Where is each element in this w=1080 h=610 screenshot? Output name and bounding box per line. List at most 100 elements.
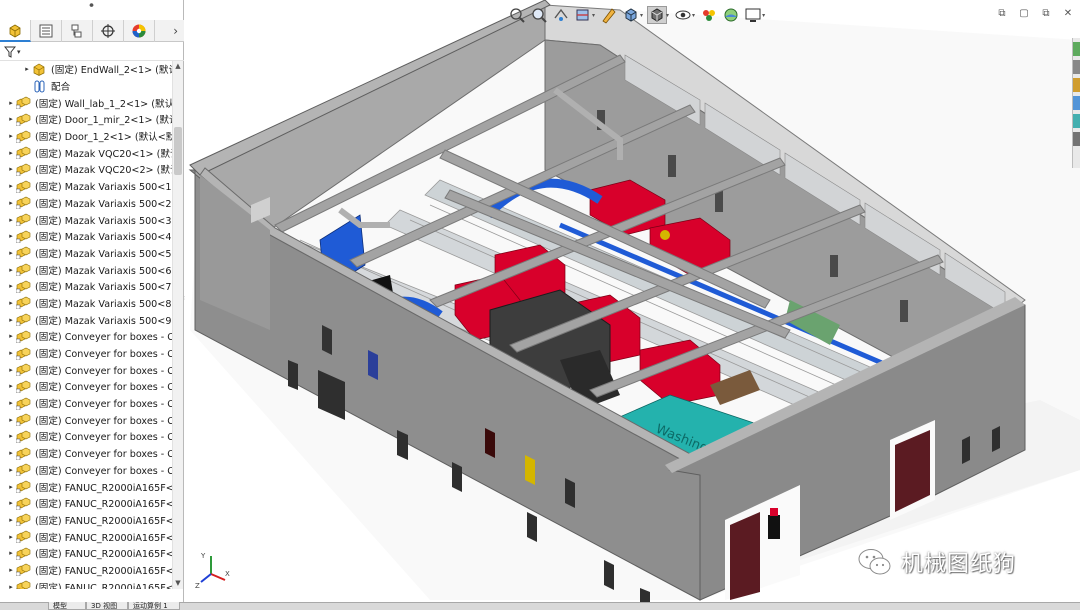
tree-item[interactable]: ▸ (固定) FANUC_R2000iA165F<7 [0, 578, 172, 589]
tree-item[interactable]: ▸ (固定) FANUC_R2000iA165F<4 [0, 528, 172, 545]
tree-item[interactable]: ▸ (固定) Conveyer for boxes - Co [0, 428, 172, 445]
expand-arrow-icon[interactable]: ▸ [6, 232, 16, 240]
expand-arrow-icon[interactable]: ▸ [6, 566, 16, 574]
expand-arrow-icon[interactable]: ▸ [6, 199, 16, 207]
tree-item[interactable]: ▸ (固定) Conveyer for boxes - Co [0, 445, 172, 462]
tree-scrollbar[interactable]: ▲ ▼ [172, 61, 183, 589]
tree-item[interactable]: ▸ (固定) Conveyer for boxes - Co [0, 361, 172, 378]
tree-item[interactable]: ▸ (固定) Mazak Variaxis 500<6> [0, 261, 172, 278]
scroll-up-button[interactable]: ▲ [173, 61, 183, 72]
view-settings-button[interactable] [743, 6, 763, 24]
tree-item[interactable]: ▸ (固定) Mazak VQC20<2> (默认< [0, 161, 172, 178]
tree-item[interactable]: ▸ (固定) Mazak VQC20<1> (默认< [0, 144, 172, 161]
expand-arrow-icon[interactable]: ▸ [6, 316, 16, 324]
tree-item[interactable]: ▸ (固定) Mazak Variaxis 500<1> [0, 178, 172, 195]
tree-item[interactable]: ▸ (固定) FANUC_R2000iA165F<1 [0, 478, 172, 495]
expand-arrow-icon[interactable]: ▸ [6, 533, 16, 541]
edit-appearance-button[interactable] [699, 6, 719, 24]
file-explorer-icon[interactable] [1073, 78, 1080, 92]
factory-3d-model[interactable]: Washing [185, 0, 1080, 602]
dropdown-caret-icon[interactable]: ▾ [762, 12, 765, 19]
display-manager-tab[interactable] [124, 20, 155, 42]
tab-motion-study[interactable]: 运动算例 1 [128, 602, 180, 610]
expand-arrow-icon[interactable]: ▸ [6, 115, 16, 123]
view-orientation-button[interactable] [621, 6, 641, 24]
zoom-to-fit-button[interactable] [507, 6, 527, 24]
section-view-button[interactable] [573, 6, 593, 24]
expand-arrow-icon[interactable]: ▸ [6, 483, 16, 491]
tile-windows-button[interactable]: ⧉ [996, 8, 1008, 20]
filter-icon[interactable] [4, 46, 16, 58]
cascade-button[interactable]: ⧉ [1040, 8, 1052, 20]
tab-model[interactable]: 模型 [48, 602, 86, 610]
expand-arrow-icon[interactable]: ▸ [6, 366, 16, 374]
feature-manager-tab[interactable] [0, 20, 31, 42]
expand-arrow-icon[interactable]: ▸ [6, 583, 16, 589]
property-manager-tab[interactable] [31, 20, 62, 42]
more-tabs-button[interactable]: › [155, 20, 184, 41]
tree-item[interactable]: ▸ (固定) Wall_lab_1_2<1> (默认< [0, 94, 172, 111]
apply-scene-button[interactable] [721, 6, 741, 24]
tree-item[interactable]: ▸ (固定) Conveyer for boxes - Co [0, 328, 172, 345]
expand-arrow-icon[interactable]: ▸ [6, 382, 16, 390]
expand-arrow-icon[interactable]: ▸ [6, 499, 16, 507]
expand-arrow-icon[interactable]: ▸ [6, 132, 16, 140]
expand-arrow-icon[interactable]: ▸ [6, 165, 16, 173]
tree-item[interactable]: ▸ (固定) Mazak Variaxis 500<4> [0, 228, 172, 245]
dimxpert-tab[interactable] [93, 20, 124, 42]
expand-arrow-icon[interactable]: ▸ [6, 449, 16, 457]
tree-item[interactable]: ▸ (固定) Mazak Variaxis 500<7> [0, 278, 172, 295]
resources-icon[interactable] [1073, 42, 1080, 56]
close-button[interactable]: ✕ [1062, 8, 1074, 20]
expand-arrow-icon[interactable]: ▸ [6, 99, 16, 107]
dropdown-caret-icon[interactable]: ▾ [640, 12, 643, 19]
tree-item[interactable]: ▸ (固定) FANUC_R2000iA165F<3 [0, 512, 172, 529]
panel-grip[interactable]: ⦁ [0, 0, 183, 20]
tab-3d-views[interactable]: 3D 视图 [86, 602, 128, 610]
tree-item[interactable]: ▸ (固定) Door_1_2<1> (默认<默认 [0, 128, 172, 145]
tree-item[interactable]: ▸ (固定) Conveyer for boxes - Co [0, 462, 172, 479]
expand-arrow-icon[interactable]: ▸ [22, 65, 32, 73]
scroll-down-button[interactable]: ▼ [173, 578, 183, 589]
expand-arrow-icon[interactable]: ▸ [6, 332, 16, 340]
display-style-button[interactable] [647, 6, 668, 24]
filter-caret-icon[interactable]: ▾ [17, 48, 21, 56]
expand-arrow-icon[interactable]: ▸ [6, 416, 16, 424]
tree-item[interactable]: ▸ (固定) FANUC_R2000iA165F<2 [0, 495, 172, 512]
tree-item[interactable]: ▸ (固定) Conveyer for boxes - Co [0, 395, 172, 412]
graphics-area[interactable]: Washing ▾ ▾ ▾ ▾ ▾ ⧉ ▢ ⧉ ✕ Y X Z 机械图纸狗 [185, 0, 1080, 602]
expand-arrow-icon[interactable]: ▸ [6, 149, 16, 157]
expand-arrow-icon[interactable]: ▸ [6, 282, 16, 290]
tree-item[interactable]: ▸ (固定) Conveyer for boxes - Co [0, 378, 172, 395]
expand-arrow-icon[interactable]: ▸ [6, 432, 16, 440]
tree-item[interactable]: ▸ (固定) Conveyer for boxes - Co [0, 411, 172, 428]
expand-arrow-icon[interactable]: ▸ [6, 399, 16, 407]
tree-item[interactable]: ▸ (固定) FANUC_R2000iA165F<6 [0, 562, 172, 579]
scroll-thumb[interactable] [174, 127, 182, 175]
expand-arrow-icon[interactable]: ▸ [6, 299, 16, 307]
tree-item[interactable]: ▸ (固定) Door_1_mir_2<1> (默认< [0, 111, 172, 128]
tree-item[interactable]: ▸ (固定) EndWall_2<1> (默认< [0, 61, 172, 78]
expand-arrow-icon[interactable]: ▸ [6, 182, 16, 190]
expand-arrow-icon[interactable]: ▸ [6, 216, 16, 224]
appearances-icon[interactable] [1073, 114, 1080, 128]
configuration-manager-tab[interactable] [62, 20, 93, 42]
expand-arrow-icon[interactable]: ▸ [6, 266, 16, 274]
expand-arrow-icon[interactable]: ▸ [6, 249, 16, 257]
expand-arrow-icon[interactable]: ▸ [6, 349, 16, 357]
dropdown-caret-icon[interactable]: ▾ [666, 12, 669, 19]
tree-item[interactable]: ▸ (固定) Mazak Variaxis 500<9> [0, 311, 172, 328]
dropdown-caret-icon[interactable]: ▾ [592, 12, 595, 19]
custom-properties-icon[interactable] [1073, 132, 1080, 146]
expand-arrow-icon[interactable]: ▸ [6, 549, 16, 557]
tree-item[interactable]: ▸ (固定) Mazak Variaxis 500<2> [0, 195, 172, 212]
previous-view-button[interactable] [551, 6, 571, 24]
design-library-icon[interactable] [1073, 60, 1080, 74]
tree-item[interactable]: ▸ (固定) Conveyer for boxes - Co [0, 345, 172, 362]
dynamic-annotation-button[interactable] [599, 6, 619, 24]
view-palette-icon[interactable] [1073, 96, 1080, 110]
tree-item[interactable]: 配合 [0, 78, 172, 95]
hide-show-items-button[interactable] [673, 6, 693, 24]
tree-item[interactable]: ▸ (固定) Mazak Variaxis 500<3> [0, 211, 172, 228]
tree-item[interactable]: ▸ (固定) Mazak Variaxis 500<5> [0, 245, 172, 262]
